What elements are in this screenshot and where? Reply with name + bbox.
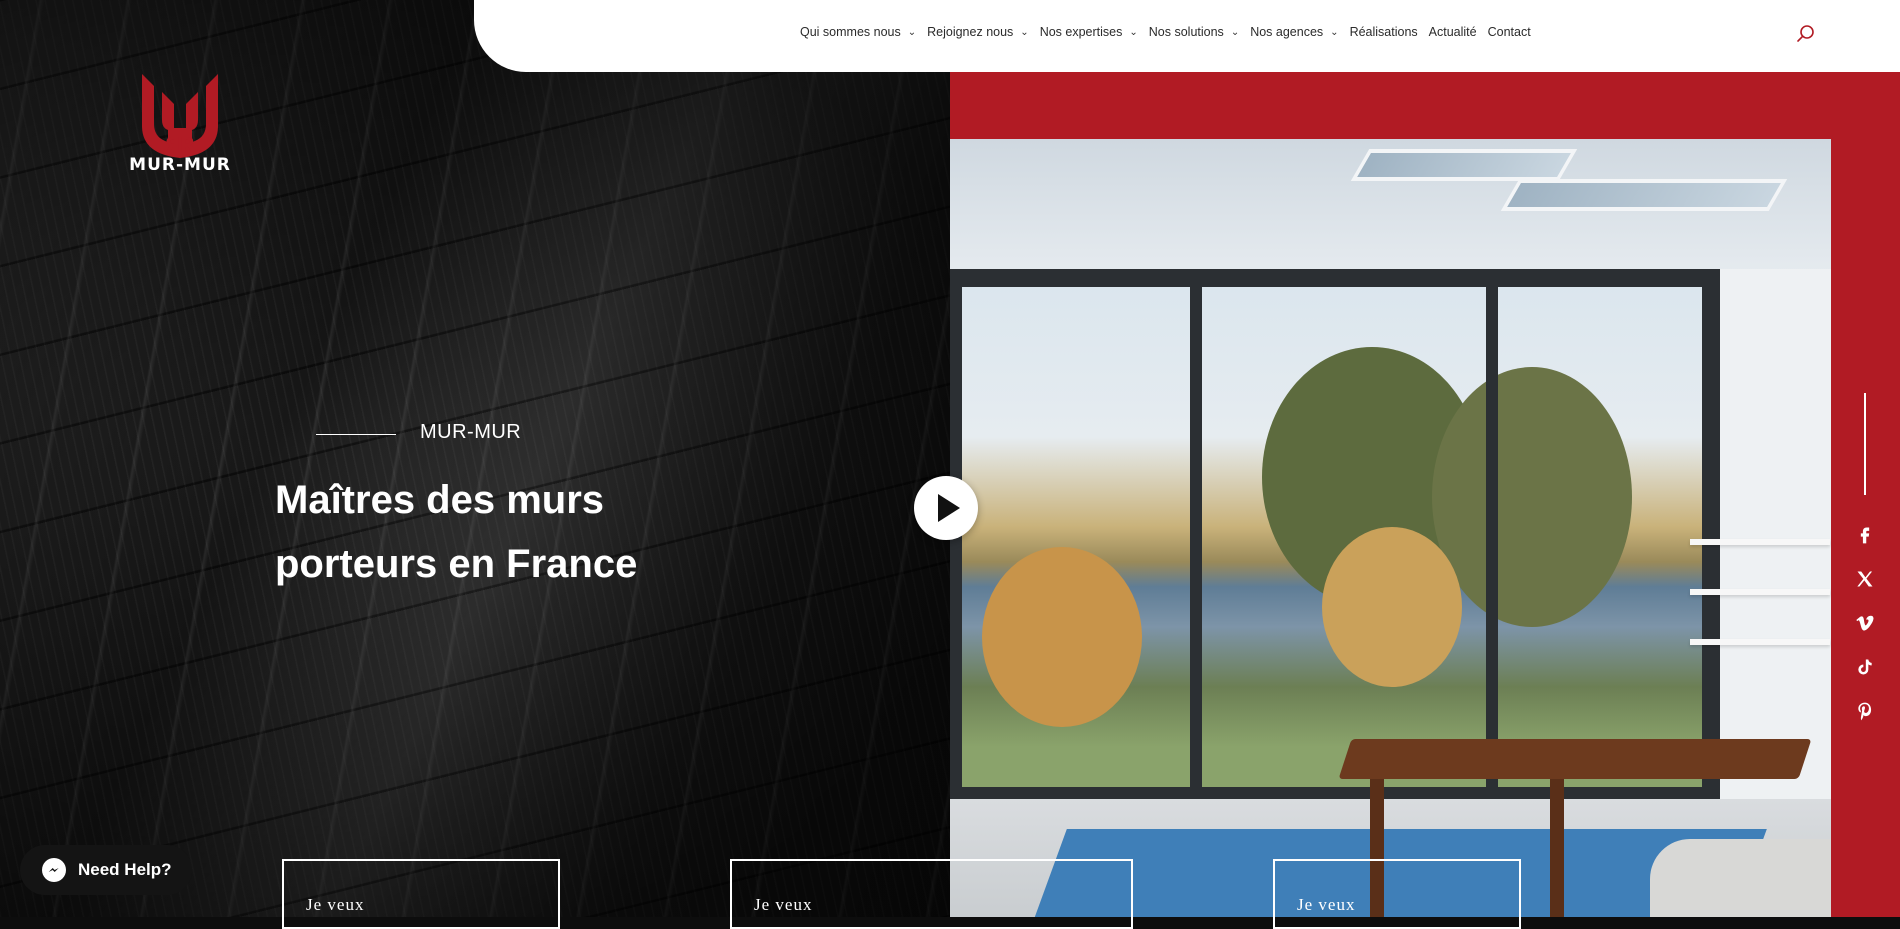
nav-item-realisations[interactable]: Réalisations <box>1350 25 1418 39</box>
cta-label: Je veux <box>306 895 365 914</box>
nav-item-nos-expertises[interactable]: Nos expertises ⌄ <box>1040 25 1138 39</box>
site-header: Qui sommes nous ⌄ Rejoignez nous ⌄ Nos e… <box>474 0 1900 72</box>
cta-button-2[interactable]: Je veux <box>730 859 1133 929</box>
chevron-down-icon: ⌄ <box>1330 26 1339 38</box>
chevron-down-icon: ⌄ <box>1230 26 1240 38</box>
interior-photo <box>950 139 1831 917</box>
nav-item-qui-sommes-nous[interactable]: Qui sommes nous ⌄ <box>800 25 916 39</box>
pinterest-icon[interactable] <box>1852 701 1878 727</box>
nav-item-actualite[interactable]: Actualité <box>1429 25 1477 39</box>
x-icon[interactable] <box>1852 569 1878 595</box>
nav-item-label: Qui sommes nous <box>800 25 901 39</box>
need-help-chat-button[interactable]: Need Help? <box>20 845 192 895</box>
photo-tree <box>1322 527 1462 687</box>
nav-item-nos-agences[interactable]: Nos agences ⌄ <box>1250 25 1338 39</box>
cta-button-1[interactable]: Je veux <box>282 859 560 929</box>
photo-skylight <box>1350 149 1578 181</box>
photo-sofa <box>1650 839 1831 917</box>
nav-item-label: Contact <box>1487 25 1531 39</box>
play-video-button[interactable] <box>914 476 978 540</box>
chevron-down-icon: ⌄ <box>1020 26 1029 38</box>
chevron-down-icon: ⌄ <box>1129 26 1138 38</box>
nav-item-label: Nos expertises <box>1039 25 1123 39</box>
cta-button-3[interactable]: Je veux <box>1273 859 1521 929</box>
photo-mullion <box>1190 287 1202 787</box>
nav-item-label: Nos agences <box>1250 25 1324 39</box>
photo-shelf <box>1690 589 1830 595</box>
photo-tree <box>1432 367 1632 627</box>
nav-item-label: Réalisations <box>1349 25 1418 39</box>
nav-item-label: Actualité <box>1428 25 1477 39</box>
hero-title-line: porteurs en France <box>275 542 638 586</box>
vimeo-icon[interactable] <box>1852 613 1878 639</box>
nav-item-nos-solutions[interactable]: Nos solutions ⌄ <box>1149 25 1239 39</box>
play-icon <box>938 494 960 522</box>
search-icon[interactable] <box>1794 22 1818 46</box>
nav-item-label: Rejoignez nous <box>927 25 1014 39</box>
hero-eyebrow: MUR-MUR <box>420 421 522 443</box>
photo-outdoor-view <box>962 287 1702 787</box>
photo-shelf <box>1690 639 1830 645</box>
photo-skylight <box>1500 179 1788 211</box>
photo-mullion <box>1486 287 1498 787</box>
nav-item-label: Nos solutions <box>1148 25 1224 39</box>
photo-table <box>1338 739 1812 779</box>
nav-item-rejoignez-nous[interactable]: Rejoignez nous ⌄ <box>927 25 1029 39</box>
brand-logo-text: MUR-MUR <box>129 155 231 175</box>
photo-table-leg <box>1550 779 1564 917</box>
photo-tree <box>982 547 1142 727</box>
eyebrow-divider <box>316 434 396 435</box>
hero-title-line: Maîtres des murs <box>275 478 605 522</box>
messenger-icon <box>42 858 66 882</box>
svg-text:ЯR: ЯR <box>165 133 196 157</box>
photo-wall <box>1720 269 1831 799</box>
tiktok-icon[interactable] <box>1852 657 1878 683</box>
nav-item-contact[interactable]: Contact <box>1488 25 1531 39</box>
need-help-label: Need Help? <box>78 860 172 879</box>
facebook-icon[interactable] <box>1852 525 1878 551</box>
main-nav: Qui sommes nous ⌄ Rejoignez nous ⌄ Nos e… <box>800 25 1542 39</box>
social-divider <box>1864 393 1866 495</box>
photo-shelf <box>1690 539 1830 545</box>
chevron-down-icon: ⌄ <box>907 26 917 38</box>
cta-label: Je veux <box>1297 895 1356 914</box>
hero-title: Maîtres des murs porteurs en France <box>275 468 795 596</box>
cta-label: Je veux <box>754 895 813 914</box>
